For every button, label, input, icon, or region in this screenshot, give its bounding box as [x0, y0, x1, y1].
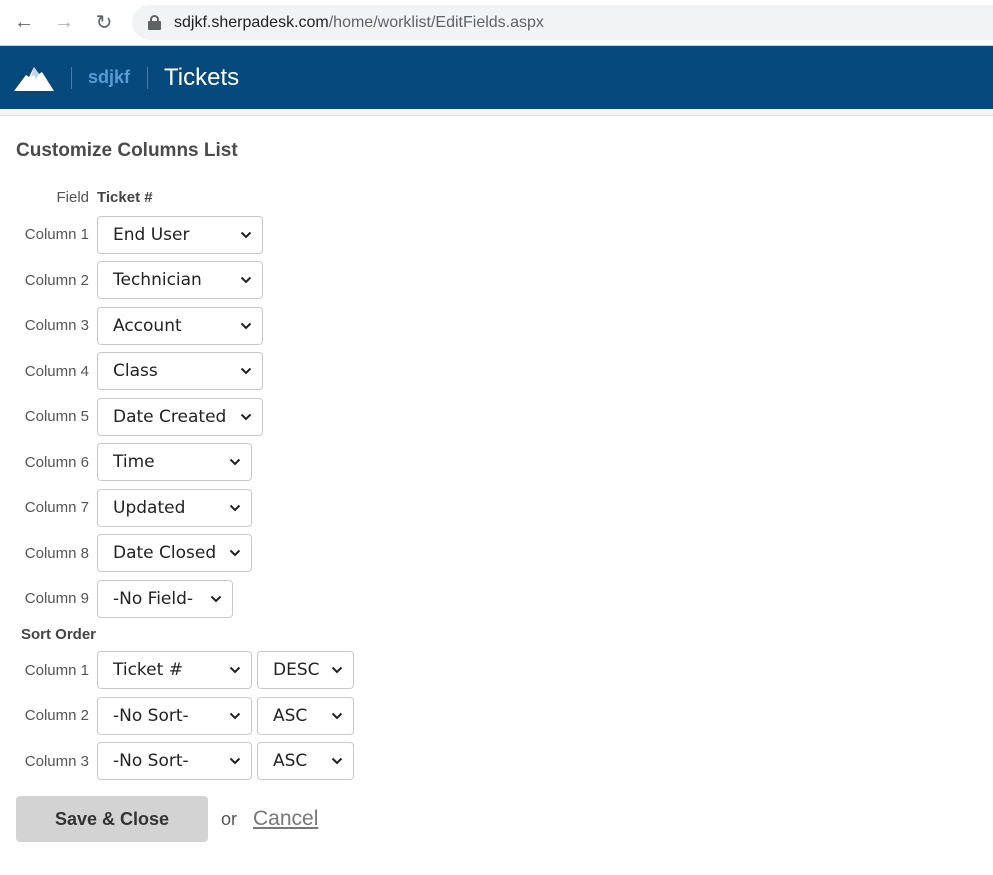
sort-column-label: Column 2 [24, 707, 89, 725]
field-row: Field Ticket # [16, 182, 977, 212]
chevron-down-icon [229, 758, 241, 765]
chevron-down-icon [240, 277, 252, 284]
column-select-value: Class [113, 361, 158, 382]
sort-direction-value: ASC [273, 705, 308, 726]
chevron-down-icon [240, 322, 252, 330]
sort-direction-select[interactable]: ASC [257, 742, 354, 781]
sort-direction-value: DESC [273, 660, 320, 681]
column-select-value: Date Closed [113, 543, 217, 564]
sort-row: Column 1 Ticket # DESC [16, 648, 977, 694]
sort-field-value: -No Sort- [113, 705, 189, 726]
column-select-value: Account [113, 315, 182, 336]
column-select[interactable]: Date Created [97, 397, 263, 436]
chevron-down-icon [210, 595, 222, 603]
main-content: Customize Columns List Field Ticket # Co… [0, 140, 993, 842]
column-label: Column 5 [24, 408, 89, 426]
cancel-link[interactable]: Cancel [253, 807, 318, 831]
chevron-down-icon [229, 459, 241, 466]
column-row: Column 8 Date Closed [16, 531, 977, 577]
column-row: Column 2 Technician [16, 258, 977, 304]
field-value: Ticket # [97, 188, 153, 206]
column-row: Column 5 Date Created [16, 394, 977, 440]
column-row: Column 6 Time [16, 440, 977, 486]
sort-row: Column 2 -No Sort- ASC [16, 693, 977, 739]
column-select[interactable]: Class [97, 352, 263, 391]
sort-field-value: Ticket # [113, 660, 183, 681]
browser-toolbar: ← → ↻ sdjkf.sherpadesk.com/home/worklist… [0, 0, 993, 45]
column-select[interactable]: -No Field- [97, 579, 233, 618]
chevron-down-icon [240, 413, 252, 421]
chevron-down-icon [240, 231, 252, 239]
column-row: Column 3 Account [16, 303, 977, 349]
header-divider [147, 66, 149, 89]
sort-field-value: -No Sort- [113, 751, 189, 772]
columns-form: Field Ticket # Column 1 End User Column 2 T… [16, 182, 977, 842]
sort-field-select[interactable]: Ticket # [97, 651, 252, 690]
sort-column-label: Column 3 [24, 752, 89, 770]
back-arrow-icon[interactable]: ← [12, 10, 36, 34]
header-underline [0, 109, 993, 116]
column-label: Column 7 [24, 499, 89, 517]
page-title: Customize Columns List [16, 140, 238, 161]
column-label: Column 4 [24, 362, 89, 380]
column-select-value: -No Field- [113, 588, 194, 609]
sort-row: Column 3 -No Sort- ASC [16, 739, 977, 785]
forward-arrow-icon[interactable]: → [52, 10, 76, 34]
column-row: Column 9 -No Field- [16, 576, 977, 622]
app-title: Tickets [164, 63, 240, 91]
chevron-down-icon [331, 758, 343, 765]
chevron-down-icon [229, 550, 241, 557]
column-select[interactable]: Account [97, 306, 263, 345]
sort-column-label: Column 1 [24, 661, 89, 679]
column-row: Column 4 Class [16, 349, 977, 395]
column-row: Column 1 End User [16, 212, 977, 258]
column-select-value: Technician [113, 270, 202, 291]
chevron-down-icon [331, 712, 343, 720]
sort-field-select[interactable]: -No Sort- [97, 696, 252, 735]
sort-direction-value: ASC [273, 751, 308, 772]
sort-direction-select[interactable]: DESC [257, 651, 354, 690]
field-label: Field [56, 188, 89, 206]
sort-order-heading: Sort Order [21, 625, 97, 643]
column-select-value: End User [113, 224, 190, 245]
org-name-link[interactable]: sdjkf [88, 67, 130, 88]
column-label: Column 6 [24, 453, 89, 471]
column-label: Column 3 [24, 317, 89, 335]
column-select[interactable]: Time [97, 443, 252, 482]
column-label: Column 1 [24, 226, 89, 244]
column-select[interactable]: Date Closed [97, 534, 252, 573]
url-path: /home/worklist/EditFields.aspx [328, 13, 544, 31]
column-label: Column 9 [24, 590, 89, 608]
address-bar[interactable]: sdjkf.sherpadesk.com/home/worklist/EditF… [132, 5, 993, 40]
app-header: sdjkf Tickets [0, 45, 993, 109]
chevron-down-icon [229, 667, 241, 674]
header-divider [71, 66, 72, 89]
sort-field-select[interactable]: -No Sort- [97, 742, 252, 781]
form-actions: Save & Close or Cancel [16, 796, 977, 842]
url-host: sdjkf.sherpadesk.com [174, 13, 329, 31]
column-select-value: Date Created [113, 406, 227, 427]
column-label: Column 2 [24, 271, 89, 289]
chevron-down-icon [240, 368, 252, 375]
column-label: Column 8 [24, 544, 89, 562]
column-select-value: Updated [113, 497, 186, 518]
column-select[interactable]: Technician [97, 261, 263, 300]
save-close-button[interactable]: Save & Close [16, 796, 208, 842]
chevron-down-icon [331, 667, 343, 674]
column-select[interactable]: Updated [97, 488, 252, 527]
reload-icon[interactable]: ↻ [92, 10, 116, 34]
mountain-logo-icon[interactable] [14, 65, 54, 91]
sort-direction-select[interactable]: ASC [257, 696, 354, 735]
column-row: Column 7 Updated [16, 485, 977, 531]
column-select[interactable]: End User [97, 215, 263, 254]
chevron-down-icon [229, 504, 241, 512]
or-text: or [221, 808, 238, 829]
column-select-value: Time [113, 452, 155, 473]
chevron-down-icon [229, 712, 241, 720]
lock-icon [148, 14, 162, 31]
